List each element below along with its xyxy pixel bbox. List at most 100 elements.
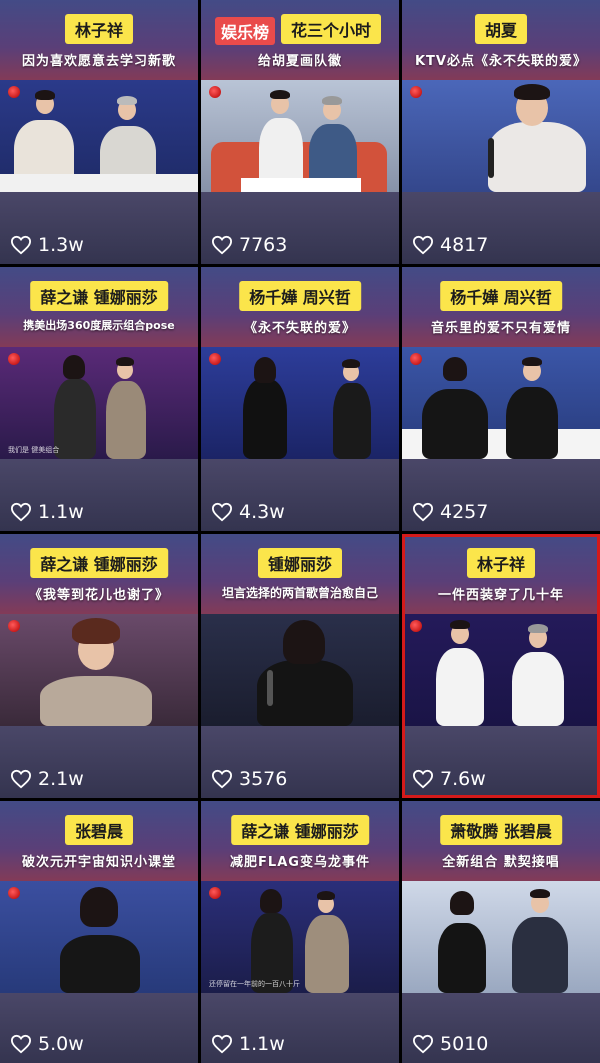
table — [241, 178, 361, 192]
tile-tag: 薛之谦 锺娜丽莎 — [231, 815, 369, 845]
tile-tag: 薛之谦 锺娜丽莎 — [30, 548, 168, 578]
video-thumbnail — [201, 614, 399, 726]
person-hair — [283, 620, 325, 664]
video-thumbnail: 我们是 健美组合 — [0, 347, 198, 459]
tile-subtitle: 全新组合 默契接唱 — [442, 855, 560, 870]
tile-tag: 林子祥 — [466, 548, 536, 578]
heart-icon — [10, 769, 32, 789]
likes-count: 3576 — [211, 768, 287, 790]
likes-count: 1.3w — [10, 234, 84, 256]
person-figure — [333, 383, 371, 459]
channel-logo-icon — [8, 86, 20, 98]
video-tile[interactable]: 萧敬腾 张碧晨 全新组合 默契接唱 5010 — [402, 801, 600, 1063]
video-tile[interactable]: 张碧晨 破次元开宇宙知识小课堂 5.0w — [0, 801, 198, 1063]
video-thumbnail — [201, 80, 399, 192]
video-grid: 林子祥 因为喜欢愿意去学习新歌 1.3w 娱乐榜 花三个小时 给胡夏画队徽 77… — [0, 0, 600, 1063]
likes-value: 3576 — [239, 768, 288, 790]
video-tile[interactable]: 薛之谦 锺娜丽莎 《我等到花儿也谢了》 2.1w — [0, 534, 198, 798]
microphone — [267, 670, 273, 706]
person-hair — [522, 357, 542, 366]
person-figure — [422, 389, 488, 459]
likes-value: 7.6w — [440, 768, 486, 790]
heart-icon — [211, 502, 233, 522]
heart-icon — [10, 502, 32, 522]
likes-count: 1.1w — [211, 1033, 285, 1055]
person-figure — [506, 387, 558, 459]
video-thumbnail: 还停留在一年前的一百八十斤 — [201, 881, 399, 993]
likes-value: 2.1w — [38, 768, 84, 790]
person-figure — [60, 935, 140, 993]
video-tile[interactable]: 胡夏 KTV必点《永不失联的爱》 4817 — [402, 0, 600, 264]
heart-icon — [211, 1034, 233, 1054]
person-hair — [72, 618, 120, 644]
person-hair — [63, 355, 85, 379]
video-tile[interactable]: 锺娜丽莎 坦言选择的两首歌曾治愈自己 3576 — [201, 534, 399, 798]
person-hair — [270, 90, 290, 99]
tile-subtitle: 《永不失联的爱》 — [243, 321, 356, 336]
tile-tag: 锺娜丽莎 — [257, 548, 343, 578]
person-hair — [116, 357, 134, 366]
video-tile[interactable]: 薛之谦 锺娜丽莎 减肥FLAG变乌龙事件 还停留在一年前的一百八十斤 1.1w — [201, 801, 399, 1063]
video-caption: 还停留在一年前的一百八十斤 — [209, 980, 300, 988]
tile-subtitle: 坦言选择的两首歌曾治愈自己 — [221, 586, 378, 600]
video-tile[interactable]: 薛之谦 锺娜丽莎 携美出场360度展示组合pose 我们是 健美组合 1.1w — [0, 267, 198, 531]
tile-tag: 薛之谦 锺娜丽莎 — [30, 281, 168, 311]
brand-badge: 娱乐榜 — [215, 17, 276, 45]
likes-value: 4257 — [440, 501, 489, 523]
person-hair — [342, 359, 360, 368]
tile-subtitle: KTV必点《永不失联的爱》 — [414, 54, 587, 69]
heart-icon — [412, 502, 434, 522]
person-hair — [528, 624, 548, 633]
person-hair — [80, 887, 118, 927]
tile-tag: 萧敬腾 张碧晨 — [440, 815, 562, 845]
channel-logo-icon — [410, 353, 422, 365]
person-figure — [436, 648, 484, 726]
person-hair — [254, 357, 276, 383]
tile-tag: 杨千嬅 周兴哲 — [239, 281, 361, 311]
heart-icon — [211, 235, 233, 255]
likes-value: 1.3w — [38, 234, 84, 256]
person-hair — [260, 889, 282, 913]
channel-logo-icon — [410, 620, 422, 632]
video-tile[interactable]: 林子祥 因为喜欢愿意去学习新歌 1.3w — [0, 0, 198, 264]
person-hair — [322, 96, 342, 105]
person-figure — [438, 923, 486, 993]
video-caption: 我们是 健美组合 — [8, 446, 60, 454]
tile-subtitle: 《我等到花儿也谢了》 — [28, 588, 169, 603]
tile-tag: 张碧晨 — [64, 815, 134, 845]
video-tile[interactable]: 杨千嬅 周兴哲 《永不失联的爱》 4.3w — [201, 267, 399, 531]
likes-count: 4.3w — [211, 501, 285, 523]
person-figure — [40, 676, 152, 726]
tile-subtitle: 因为喜欢愿意去学习新歌 — [21, 54, 176, 69]
likes-value: 5.0w — [38, 1033, 84, 1055]
video-thumbnail — [0, 614, 198, 726]
video-thumbnail — [402, 347, 600, 459]
person-hair — [450, 620, 470, 629]
heart-icon — [412, 1034, 434, 1054]
person-hair — [450, 891, 474, 915]
person-figure — [305, 915, 349, 993]
tile-tag: 林子祥 — [64, 14, 134, 44]
video-thumbnail — [201, 347, 399, 459]
person-hair — [514, 84, 550, 100]
person-hair — [443, 357, 467, 381]
video-tile-selected[interactable]: 林子祥 一件西装穿了几十年 7.6w — [402, 534, 600, 798]
video-thumbnail — [0, 881, 198, 993]
heart-icon — [412, 769, 434, 789]
likes-count: 5010 — [412, 1033, 488, 1055]
channel-logo-icon — [209, 887, 221, 899]
likes-value: 1.1w — [239, 1033, 285, 1055]
video-tile[interactable]: 娱乐榜 花三个小时 给胡夏画队徽 7763 — [201, 0, 399, 264]
likes-value: 7763 — [239, 234, 288, 256]
channel-logo-icon — [209, 86, 221, 98]
likes-value: 5010 — [440, 1033, 489, 1055]
likes-count: 4817 — [412, 234, 488, 256]
likes-count: 5.0w — [10, 1033, 84, 1055]
likes-value: 4.3w — [239, 501, 285, 523]
person-hair — [117, 96, 137, 105]
person-figure — [512, 917, 568, 993]
channel-logo-icon — [8, 620, 20, 632]
video-tile[interactable]: 杨千嬅 周兴哲 音乐里的爱不只有爱情 4257 — [402, 267, 600, 531]
tile-subtitle: 一件西装穿了几十年 — [437, 588, 564, 603]
person-hair — [35, 90, 55, 100]
